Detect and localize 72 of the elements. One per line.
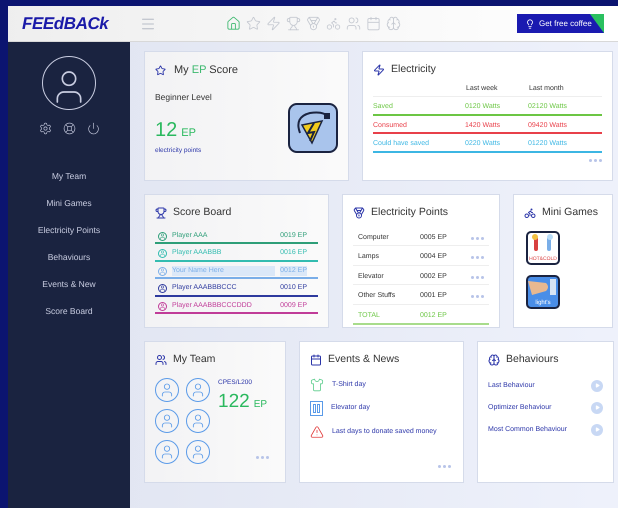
bike-icon [524,206,536,219]
lightning-icon [373,64,385,76]
team-score: 122 [218,392,250,410]
sidebar-item[interactable]: Events & New [42,277,96,291]
card-title: Behaviours [506,352,559,367]
sidebar-item[interactable]: Score Board [45,304,93,318]
more-dots-icon[interactable] [471,295,484,298]
star-icon [155,64,166,76]
card-title: My EP Score [174,63,238,78]
logo[interactable]: FEEdBACk [22,10,128,36]
more-dots-icon[interactable] [256,456,269,459]
warning-icon [310,424,324,439]
team-unit: EP [254,398,268,412]
team-member-icon[interactable] [155,378,179,402]
play-icon [594,383,600,388]
home-icon[interactable] [226,16,241,31]
team-member-icon[interactable] [186,378,210,402]
sidebar-item[interactable]: Electricity Points [38,223,100,237]
trophy-icon[interactable] [286,16,301,31]
sidebar-item[interactable]: My Team [52,169,86,183]
level-text: Beginner Level [155,90,213,104]
lightning-icon[interactable] [266,16,281,31]
users-icon[interactable] [346,16,361,31]
settings-icon[interactable] [38,122,52,135]
star-icon[interactable] [246,16,261,31]
more-dots-icon[interactable] [471,276,484,278]
card-title: Score Board [173,205,232,220]
play-icon [594,427,600,432]
team-member-icon[interactable] [186,440,210,464]
shirt-icon [310,378,324,392]
card-title: My Team [173,352,216,367]
card-title: Electricity [391,62,436,77]
avatar-icon[interactable] [42,56,96,110]
sidebar-item[interactable]: Mini Games [46,196,92,210]
users-icon [155,354,167,366]
bike-icon[interactable] [326,16,341,31]
card-title: Mini Games [542,205,598,220]
play-button[interactable] [591,424,603,436]
more-dots-icon[interactable] [471,236,484,240]
more-dots-icon[interactable] [589,158,602,162]
user-icon [158,266,167,276]
elevator-icon [310,400,323,416]
score-unit: EP [181,126,196,141]
sidebar-item[interactable]: Behaviours [48,250,90,264]
team-member-icon[interactable] [155,408,179,433]
score-value: 12 [155,120,178,140]
menu-icon[interactable] [140,16,156,32]
trophy-icon [155,206,167,219]
coffee-button[interactable]: Get free coffee [517,14,604,33]
brain-icon [488,354,500,366]
team-member-icon[interactable] [155,440,179,464]
lightbulb-icon [525,18,535,28]
power-icon[interactable] [86,122,100,135]
brain-icon[interactable] [386,16,401,31]
calendar-icon[interactable] [366,16,381,31]
card-title: Events & News [328,352,400,367]
user-icon [158,284,167,293]
user-icon [158,232,167,240]
play-button[interactable] [591,402,603,414]
more-dots-icon[interactable] [471,256,484,259]
calendar-icon [310,354,322,366]
play-icon [594,405,600,410]
user-icon [158,249,167,258]
medal-icon [353,206,365,219]
help-icon[interactable] [62,122,76,135]
play-button[interactable] [591,380,603,392]
more-dots-icon[interactable] [438,465,451,468]
team-member-icon[interactable] [186,408,210,433]
plug-lightning-icon [288,103,338,154]
card-title: Electricity Points [371,205,448,220]
user-icon [158,302,167,310]
medal-icon[interactable] [306,16,321,31]
